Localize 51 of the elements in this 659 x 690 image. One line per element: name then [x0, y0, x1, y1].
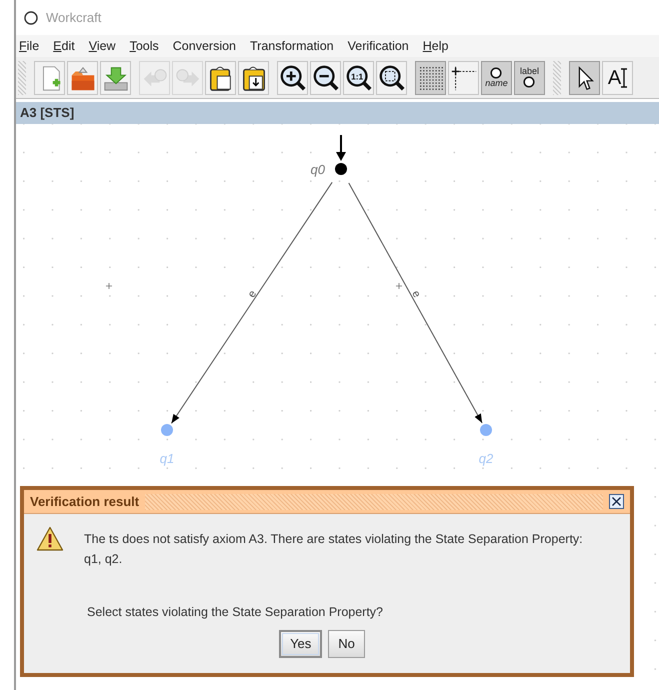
window-title: Workcraft	[46, 8, 102, 27]
close-button[interactable]	[609, 494, 624, 509]
dialog-button[interactable]: Yes	[279, 630, 322, 658]
grid-tool-button[interactable]	[415, 60, 446, 94]
state-label: q0	[310, 162, 325, 177]
state-label: q2	[478, 451, 494, 466]
close-icon	[611, 496, 622, 507]
paste-into-tool-button[interactable]	[238, 60, 269, 94]
circle-icon	[490, 67, 502, 79]
save-tool-button[interactable]	[100, 60, 131, 94]
menu-item[interactable]: Conversion	[172, 36, 236, 56]
dialog-message: The ts does not satisfy axiom A3. There are states violating the State Separation Property:	[84, 532, 583, 546]
tool-caption: name	[485, 79, 508, 88]
transition-label: e	[246, 288, 260, 300]
menu-item[interactable]: Transformation	[250, 36, 334, 56]
dialog-button[interactable]: No	[328, 630, 365, 658]
menu-item[interactable]: Edit	[53, 36, 75, 56]
select-tool-button[interactable]	[569, 60, 600, 94]
zoom-out-tool-button[interactable]	[310, 60, 341, 94]
zoom-fit-tool-button[interactable]	[376, 60, 407, 94]
dialog-message: q1, q2.	[84, 552, 122, 566]
document-tab[interactable]: A3 [STS]	[20, 103, 74, 123]
menu-item[interactable]: Verification	[348, 36, 409, 56]
menu-item[interactable]: Tools	[130, 36, 159, 56]
zoom-fit-icon	[378, 64, 406, 92]
tool-caption: label	[520, 67, 539, 76]
name-tool-button[interactable]: name	[481, 60, 512, 94]
toolbar-grip[interactable]	[18, 60, 26, 94]
menu-item[interactable]: Help	[422, 36, 448, 56]
open-tool-button[interactable]	[67, 60, 98, 94]
crosshair-mark	[396, 282, 402, 290]
transition-label: e	[409, 288, 423, 300]
circle-icon	[523, 76, 536, 88]
state-label: q1	[160, 451, 174, 466]
label-tool-button[interactable]: label	[514, 60, 545, 94]
menu-item[interactable]: View	[88, 36, 116, 56]
crosshair-mark	[106, 282, 112, 290]
new-tool-button[interactable]	[34, 60, 65, 94]
dialog-title: Verification result	[30, 492, 140, 511]
text-cursor-icon	[621, 68, 628, 88]
paste-tool-button[interactable]	[205, 60, 236, 94]
zoom-in-tool-button[interactable]	[277, 60, 308, 94]
menu-item[interactable]: File	[19, 36, 40, 56]
ruler-tool-button[interactable]	[448, 60, 479, 94]
toolbar-grip[interactable]	[553, 60, 561, 94]
warning-icon	[36, 526, 64, 552]
zoom-out-icon	[312, 64, 340, 92]
text-tool-button[interactable]: A	[602, 60, 633, 94]
zoom-in-icon	[278, 64, 306, 92]
app-icon	[24, 10, 38, 24]
dialog-question: Select states violating the State Separation Property?	[87, 604, 384, 621]
